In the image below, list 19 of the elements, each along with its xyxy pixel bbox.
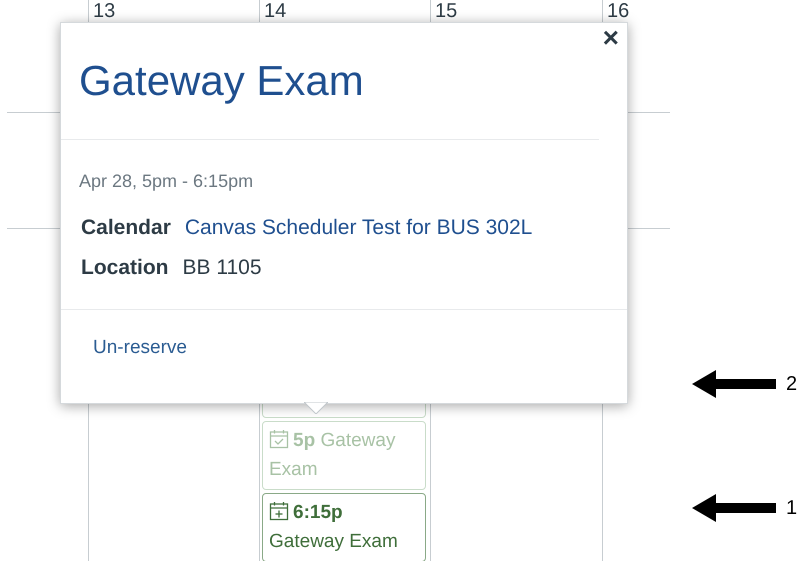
event-time: Apr 28, 5pm - 6:15pm [79,170,254,193]
popup-title: Gateway Exam [79,56,365,106]
annotation-number: 1 [786,496,798,521]
calendar-check-icon [269,429,289,449]
calendar-link[interactable]: Canvas Scheduler Test for BUS 302L [184,213,532,243]
arrow-icon [692,368,776,400]
day-number: 16 [607,1,630,21]
detail-value: BB 1105 [182,255,262,281]
day-number: 14 [264,1,286,21]
arrow-icon [692,492,776,524]
calendar-plus-icon [269,501,289,521]
unreserve-link[interactable]: Un-reserve [93,337,187,358]
detail-label: Calendar [81,215,171,241]
annotation-number: 2 [786,372,798,397]
day-number: 15 [435,1,458,21]
day-number: 13 [93,1,116,21]
detail-label: Location [81,255,168,281]
calendar-event[interactable]: 6:15p Gateway Exam [262,493,426,561]
close-button[interactable]: × [602,23,619,53]
